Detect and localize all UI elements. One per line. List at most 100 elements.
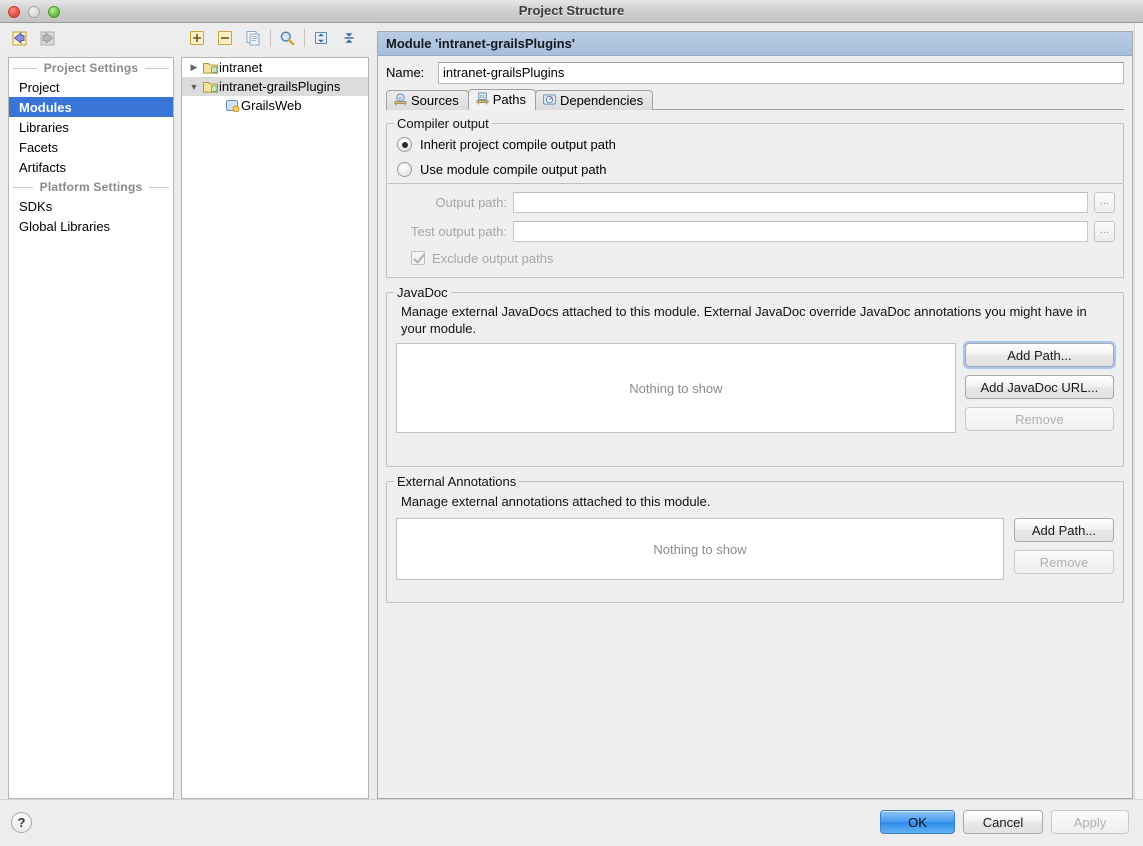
compiler-group-bottom-border [386, 277, 1124, 278]
javadoc-add-path-button[interactable]: Add Path... [964, 343, 1114, 367]
exclude-output-paths-row[interactable]: Exclude output paths [387, 246, 1123, 270]
sidebar-item-label: SDKs [19, 198, 53, 214]
compiler-output-paths: Output path: ... Test output path: ... E… [386, 184, 1124, 277]
group-legend: Compiler output [394, 116, 492, 131]
sidebar-section-label: Platform Settings [39, 179, 143, 194]
sidebar-item-sdks[interactable]: SDKs [9, 196, 173, 216]
forward-button [36, 27, 58, 49]
output-path-row: Output path: ... [387, 188, 1123, 217]
window-titlebar: Project Structure [0, 0, 1143, 23]
javadoc-remove-button: Remove [964, 407, 1114, 431]
external-annotations-list[interactable]: Nothing to show [396, 518, 1004, 580]
sidebar-section-label: Project Settings [43, 60, 139, 75]
tab-label: Sources [411, 93, 459, 108]
radio-icon[interactable] [397, 162, 412, 177]
module-editor-header: Module 'intranet-grailsPlugins' [378, 32, 1132, 56]
sidebar-item-project[interactable]: Project [9, 77, 173, 97]
tree-row[interactable]: ▼ intranet-grailsPlugins [182, 77, 368, 96]
output-path-browse-button[interactable]: ... [1094, 192, 1115, 213]
exclude-output-paths-label: Exclude output paths [432, 250, 554, 266]
sources-icon: C [394, 92, 407, 109]
arrow-left-icon [12, 31, 27, 46]
test-output-path-row: Test output path: ... [387, 217, 1123, 246]
project-structure-window: Project Structure Project Settings Proje… [0, 0, 1143, 846]
collapse-all-button[interactable] [338, 27, 360, 49]
expand-all-button[interactable] [310, 27, 332, 49]
copy-icon [246, 31, 260, 46]
sidebar-item-label: Modules [19, 99, 72, 115]
collapse-all-icon [344, 33, 354, 43]
module-output-label: Use module compile output path [420, 162, 607, 177]
sidebar-item-label: Libraries [19, 119, 69, 135]
annotations-remove-button: Remove [1013, 550, 1114, 574]
module-editor-title: Module 'intranet-grailsPlugins' [386, 36, 575, 51]
module-editor-panel: Module 'intranet-grailsPlugins' Name: C … [377, 31, 1133, 799]
module-tree[interactable]: ▶ intranet ▼ intranet-grailsPlugins Grai… [181, 57, 369, 799]
output-path-input[interactable] [513, 192, 1088, 213]
facet-icon [224, 99, 241, 112]
module-name-label: Name: [386, 65, 425, 80]
settings-sidebar: Project Settings Project Modules Librari… [8, 57, 174, 799]
annotations-add-path-button[interactable]: Add Path... [1013, 518, 1114, 542]
paths-icon: 01 [476, 91, 489, 108]
test-output-path-label: Test output path: [410, 224, 507, 239]
find-button[interactable] [276, 27, 298, 49]
group-legend: External Annotations [394, 474, 520, 489]
tab-paths[interactable]: 01 Paths [467, 89, 536, 110]
sidebar-item-label: Artifacts [19, 159, 66, 175]
module-name-input[interactable] [438, 61, 1124, 84]
sidebar-item-global-libraries[interactable]: Global Libraries [9, 216, 173, 236]
chevron-right-icon[interactable]: ▶ [186, 62, 202, 73]
javadoc-list[interactable]: Nothing to show [396, 343, 956, 433]
tab-sources[interactable]: C Sources [386, 90, 469, 110]
toolbar-separator-1 [270, 29, 271, 47]
cancel-button[interactable]: Cancel [963, 810, 1043, 834]
back-button[interactable] [8, 27, 30, 49]
module-folder-icon [202, 61, 219, 74]
tab-label: Paths [492, 92, 526, 107]
module-output-radio-row[interactable]: Use module compile output path [387, 157, 1123, 182]
tree-toolbar [178, 23, 376, 53]
minus-icon [218, 31, 232, 45]
javadoc-description: Manage external JavaDocs attached to thi… [401, 304, 1087, 336]
checkbox-icon[interactable] [411, 251, 425, 265]
svg-text:01: 01 [480, 94, 486, 99]
dependencies-icon [542, 93, 556, 109]
output-path-label: Output path: [435, 195, 507, 210]
tree-row[interactable]: GrailsWeb [182, 96, 368, 115]
tree-row-label: intranet-grailsPlugins [219, 79, 341, 94]
javadoc-add-url-button[interactable]: Add JavaDoc URL... [964, 375, 1114, 399]
sidebar-item-modules[interactable]: Modules [9, 97, 173, 117]
help-button[interactable]: ? [11, 812, 32, 833]
sidebar-item-libraries[interactable]: Libraries [9, 117, 173, 137]
sidebar-item-label: Global Libraries [19, 218, 111, 234]
javadoc-group: JavaDoc Manage external JavaDocs attache… [386, 285, 1124, 467]
inherit-output-label: Inherit project compile output path [420, 137, 616, 152]
chevron-down-icon[interactable]: ▼ [186, 82, 202, 92]
window-scrollbar[interactable] [1134, 23, 1143, 799]
sidebar-item-artifacts[interactable]: Artifacts [9, 157, 173, 177]
ok-button[interactable]: OK [880, 810, 955, 834]
navigation-toolbar [0, 23, 178, 53]
javadoc-empty-text: Nothing to show [629, 380, 723, 396]
arrow-right-icon [40, 31, 55, 46]
test-output-path-input[interactable] [513, 221, 1088, 242]
copy-button[interactable] [242, 27, 264, 49]
tab-label: Dependencies [559, 93, 644, 108]
group-legend: JavaDoc [394, 285, 451, 300]
sidebar-item-facets[interactable]: Facets [9, 137, 173, 157]
tree-row[interactable]: ▶ intranet [182, 58, 368, 77]
toolbar-separator-2 [304, 29, 305, 47]
remove-button[interactable] [214, 27, 236, 49]
apply-button: Apply [1051, 810, 1129, 834]
external-annotations-empty-text: Nothing to show [653, 541, 747, 557]
sidebar-item-label: Facets [19, 139, 59, 155]
compiler-output-group: Compiler output Inherit project compile … [386, 116, 1124, 184]
tab-dependencies[interactable]: Dependencies [534, 90, 654, 110]
inherit-output-radio-row[interactable]: Inherit project compile output path [387, 132, 1123, 157]
radio-icon[interactable] [397, 137, 412, 152]
external-annotations-group: External Annotations Manage external ann… [386, 474, 1124, 603]
test-output-path-browse-button[interactable]: ... [1094, 221, 1115, 242]
sidebar-section-project-settings: Project Settings [9, 58, 173, 77]
add-button[interactable] [186, 27, 208, 49]
